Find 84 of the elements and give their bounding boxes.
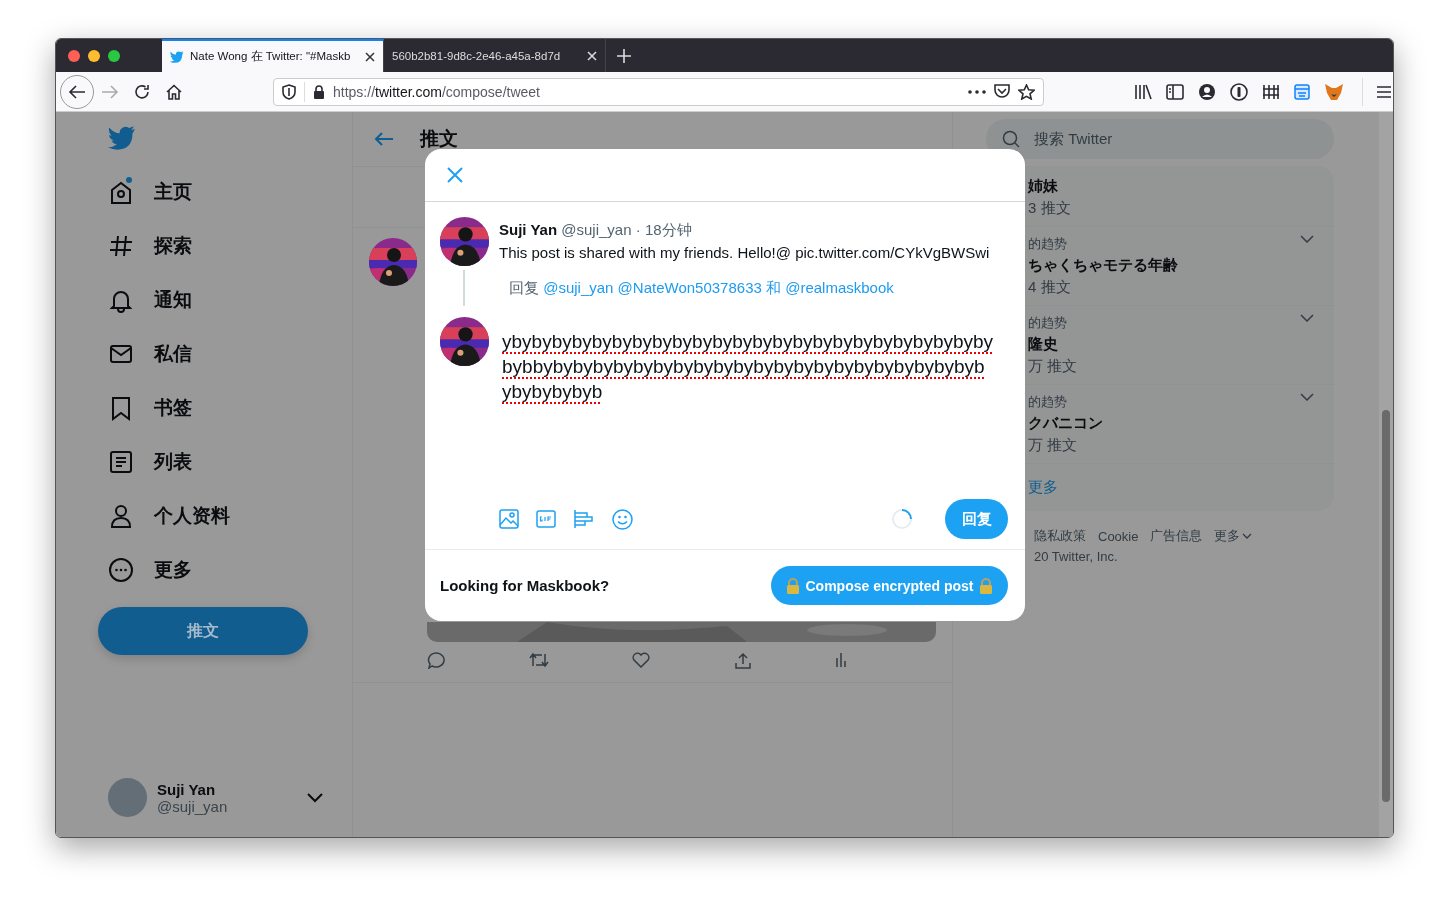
chevron-down-icon [1242, 533, 1253, 539]
separator-dot: · [635, 221, 641, 238]
maskbook-prompt: Looking for Maskbook? [440, 577, 610, 594]
card-icon[interactable] [1294, 83, 1310, 100]
trend-name[interactable]: 隆史 [1028, 335, 1078, 354]
compose-field[interactable]: ybybybybybybybybybybybybybybybybybybybybybybybyby bybbybybybybybybybybybybybybybybybybybybybybybyb ybybybybyb [502, 317, 994, 499]
footer-link[interactable]: Cookie [1098, 528, 1139, 544]
nav-item[interactable]: 列表 [154, 449, 192, 475]
trend-name[interactable]: ちゃくちゃモテる年齢 [1028, 256, 1178, 275]
trend-context: 的趋势 [1028, 314, 1068, 332]
fox-icon[interactable] [1324, 82, 1344, 101]
account-name: Suji Yan [157, 780, 217, 798]
nav-item[interactable]: 个人资料 [154, 503, 230, 529]
image-icon[interactable] [499, 509, 519, 529]
trend-name[interactable]: クバニコン [1028, 414, 1103, 433]
shield-icon [282, 83, 296, 100]
trend-count: 3 推文 [1028, 199, 1071, 218]
nav-item[interactable]: 更多 [154, 557, 192, 583]
nav-item[interactable]: 书签 [154, 395, 192, 421]
back-arrow-icon [68, 83, 86, 100]
tweet-button[interactable]: 推文 [98, 607, 308, 655]
back-arrow-icon[interactable] [374, 131, 394, 147]
lock-icon [313, 84, 325, 99]
minimize-window-button[interactable] [88, 49, 100, 62]
forward-arrow-icon [101, 83, 119, 100]
chevron-down-icon[interactable] [1300, 235, 1314, 243]
trend-context: 的趋势 [1028, 393, 1068, 411]
page-title: 推文 [420, 127, 458, 151]
footer-link[interactable]: 广告信息 [1150, 527, 1203, 545]
chevron-down-icon[interactable] [1300, 314, 1314, 322]
more-dots-icon[interactable] [968, 89, 986, 94]
reply-icon[interactable] [427, 652, 445, 669]
star-icon[interactable] [1018, 83, 1035, 100]
trend-count: 4 推文 [1028, 278, 1072, 297]
nav-item[interactable]: 私信 [154, 341, 192, 367]
account-handle: @suji_yan [157, 797, 229, 815]
chevron-down-icon[interactable] [307, 792, 323, 803]
new-tab-icon[interactable] [617, 48, 631, 63]
nav-item[interactable]: 主页 [154, 179, 192, 205]
quoted-text: This post is shared with my friends. Hello!@ pic.twitter.com/CYkVgBWSwi [499, 244, 990, 261]
padlock-icon [978, 577, 993, 594]
bird-icon [170, 50, 184, 63]
character-counter [891, 508, 913, 530]
copyright: 20 Twitter, Inc. [1034, 549, 1119, 564]
browser-tab[interactable]: Nate Wong 在 Twitter: "#Maskb [162, 39, 384, 72]
reload-icon [134, 83, 150, 100]
address-bar[interactable]: https://twitter.com/compose/tweet [273, 77, 1044, 106]
chevron-down-icon[interactable] [1300, 393, 1314, 401]
gif-icon[interactable] [536, 510, 556, 528]
fence-icon[interactable] [1262, 83, 1280, 100]
zoom-window-button[interactable] [108, 49, 120, 62]
url-text: https://twitter.com/compose/tweet [333, 83, 541, 100]
post-time: 18分钟 [644, 221, 692, 238]
trend-context: 的趋势 [1028, 235, 1068, 253]
trend-count: 万 推文 [1028, 436, 1079, 455]
house-icon [166, 83, 182, 100]
account-icon[interactable] [1198, 82, 1216, 101]
reply-label: 回复 [509, 278, 539, 296]
library-icon[interactable] [1134, 83, 1152, 100]
bird-icon[interactable] [108, 126, 136, 150]
scrollbar-thumb[interactable] [1382, 410, 1390, 802]
footer-link[interactable]: 更多 [1214, 527, 1241, 545]
search-field[interactable]: 搜索 Twitter [986, 119, 1334, 159]
author-name: Suji Yan [499, 221, 558, 238]
close-icon[interactable] [447, 167, 463, 183]
emoji-icon[interactable] [612, 508, 633, 530]
close-window-button[interactable] [68, 49, 80, 62]
poll-icon[interactable] [573, 509, 595, 529]
close-tab-icon[interactable] [365, 51, 375, 62]
pocket-icon[interactable] [994, 84, 1010, 99]
menu-icon[interactable] [1377, 85, 1391, 98]
heart-icon[interactable] [632, 652, 650, 668]
retweet-icon[interactable] [528, 652, 549, 668]
footer-link[interactable]: 隐私政策 [1034, 527, 1086, 545]
author-handle: @suji_yan [561, 221, 632, 238]
trend-count: 万 推文 [1028, 357, 1078, 376]
sidebar-icon[interactable] [1166, 83, 1184, 100]
padlock-icon [786, 577, 801, 594]
stats-icon[interactable] [835, 652, 847, 667]
nav-item[interactable]: 通知 [154, 287, 192, 313]
search-icon [1002, 130, 1020, 148]
share-icon[interactable] [733, 652, 752, 670]
nav-item[interactable]: 探索 [154, 233, 192, 259]
trend-name[interactable]: 姉妹 [1028, 177, 1071, 196]
